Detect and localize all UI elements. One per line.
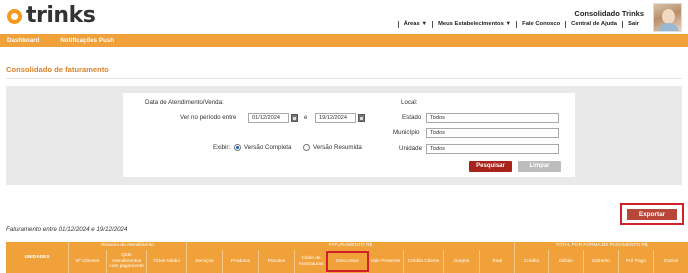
- nav-logout[interactable]: Sair: [622, 21, 644, 28]
- export-highlight: Exportar: [620, 203, 684, 225]
- col-total[interactable]: Total: [479, 250, 514, 273]
- trinks-logo[interactable]: trinks: [7, 3, 96, 28]
- period-label: Ver no período entre: [180, 114, 237, 121]
- page-title: Consolidado de faturamento: [6, 65, 109, 74]
- export-button[interactable]: Exportar: [627, 209, 677, 220]
- col-tips[interactable]: Gorjeta: [443, 250, 479, 273]
- nav-help-center[interactable]: Central de Ajuda: [565, 21, 622, 28]
- top-header: trinks Consolidado Trinks Áreas ▼ Meus E…: [0, 0, 688, 34]
- establishment-name: Consolidado Trinks: [574, 9, 644, 18]
- date-joiner: e: [304, 114, 308, 121]
- nav-contact[interactable]: Fale Conosco: [516, 21, 565, 28]
- search-button[interactable]: Pesquisar: [469, 161, 512, 172]
- city-label: Município: [393, 129, 420, 136]
- logo-text: trinks: [26, 3, 96, 28]
- clear-button[interactable]: Limpar: [518, 161, 561, 172]
- radio-complete[interactable]: [234, 144, 241, 151]
- show-label: Exibir:: [213, 144, 231, 151]
- title-divider: [6, 78, 682, 79]
- unit-field[interactable]: Todos: [426, 144, 559, 154]
- main-menu-bar: Dashboard Notificações Push: [0, 34, 688, 47]
- date-start-input[interactable]: 01/12/2024: [248, 113, 289, 123]
- option-complete-label[interactable]: Versão Completa: [244, 144, 291, 151]
- col-services[interactable]: Serviços: [186, 250, 222, 273]
- state-field[interactable]: Todos: [426, 113, 559, 123]
- discounts-highlight: [326, 251, 369, 272]
- col-credit[interactable]: Crédito: [514, 250, 548, 273]
- group-payment: TOTAL POR FORMA DE PAGAMENTO R$: [514, 242, 688, 250]
- filter-panel: Data de Atendimento/Venda: Ver no períod…: [6, 86, 682, 185]
- col-debit[interactable]: Débito: [548, 250, 583, 273]
- state-label: Estado: [402, 114, 422, 121]
- col-subscription-club[interactable]: Clube de Assinaturas: [294, 250, 327, 273]
- unit-label: Unidade: [399, 145, 423, 152]
- col-client-credit[interactable]: Crédito Cliente: [403, 250, 443, 273]
- col-avg-ticket[interactable]: Ticket Médio: [146, 250, 186, 273]
- col-cash[interactable]: Dinheiro: [583, 250, 618, 273]
- calendar-icon[interactable]: [358, 114, 365, 122]
- col-products[interactable]: Produtos: [222, 250, 258, 273]
- city-field[interactable]: Todos: [426, 128, 559, 138]
- option-summary-label[interactable]: Versão Resumida: [313, 144, 362, 151]
- logo-icon: [7, 8, 22, 24]
- period-text: Faturamento entre 01/12/2024 e 19/12/202…: [6, 226, 128, 233]
- menu-push-notifications[interactable]: Notificações Push: [53, 37, 128, 44]
- col-gift-card[interactable]: Vale Presente: [367, 250, 403, 273]
- date-section-label: Data de Atendimento/Venda:: [145, 99, 224, 106]
- top-nav: Áreas ▼ Meus Estabelecimentos ▼ Fale Con…: [397, 21, 644, 28]
- col-prepaid[interactable]: Pré Pago: [618, 250, 653, 273]
- radio-summary[interactable]: [303, 144, 310, 151]
- col-others[interactable]: Outros: [653, 250, 688, 273]
- nav-areas[interactable]: Áreas ▼: [397, 21, 432, 28]
- date-end-input[interactable]: 19/12/2024: [315, 113, 356, 123]
- group-billing: FATURAMENTO R$: [186, 242, 514, 250]
- col-units[interactable]: UNIDADES: [6, 242, 68, 273]
- group-summary: Resumo de Atendimento: [68, 242, 186, 250]
- user-avatar[interactable]: [653, 3, 682, 32]
- col-packages[interactable]: Pacotes: [258, 250, 294, 273]
- local-label: Local:: [401, 99, 418, 106]
- calendar-icon[interactable]: [291, 114, 298, 122]
- nav-my-establishments[interactable]: Meus Estabelecimentos ▼: [432, 21, 516, 28]
- menu-dashboard[interactable]: Dashboard: [0, 37, 53, 44]
- col-clients[interactable]: Nº Clientes: [68, 250, 106, 273]
- col-visits-paid[interactable]: Qtde Atendimentos com pagamento: [106, 250, 146, 273]
